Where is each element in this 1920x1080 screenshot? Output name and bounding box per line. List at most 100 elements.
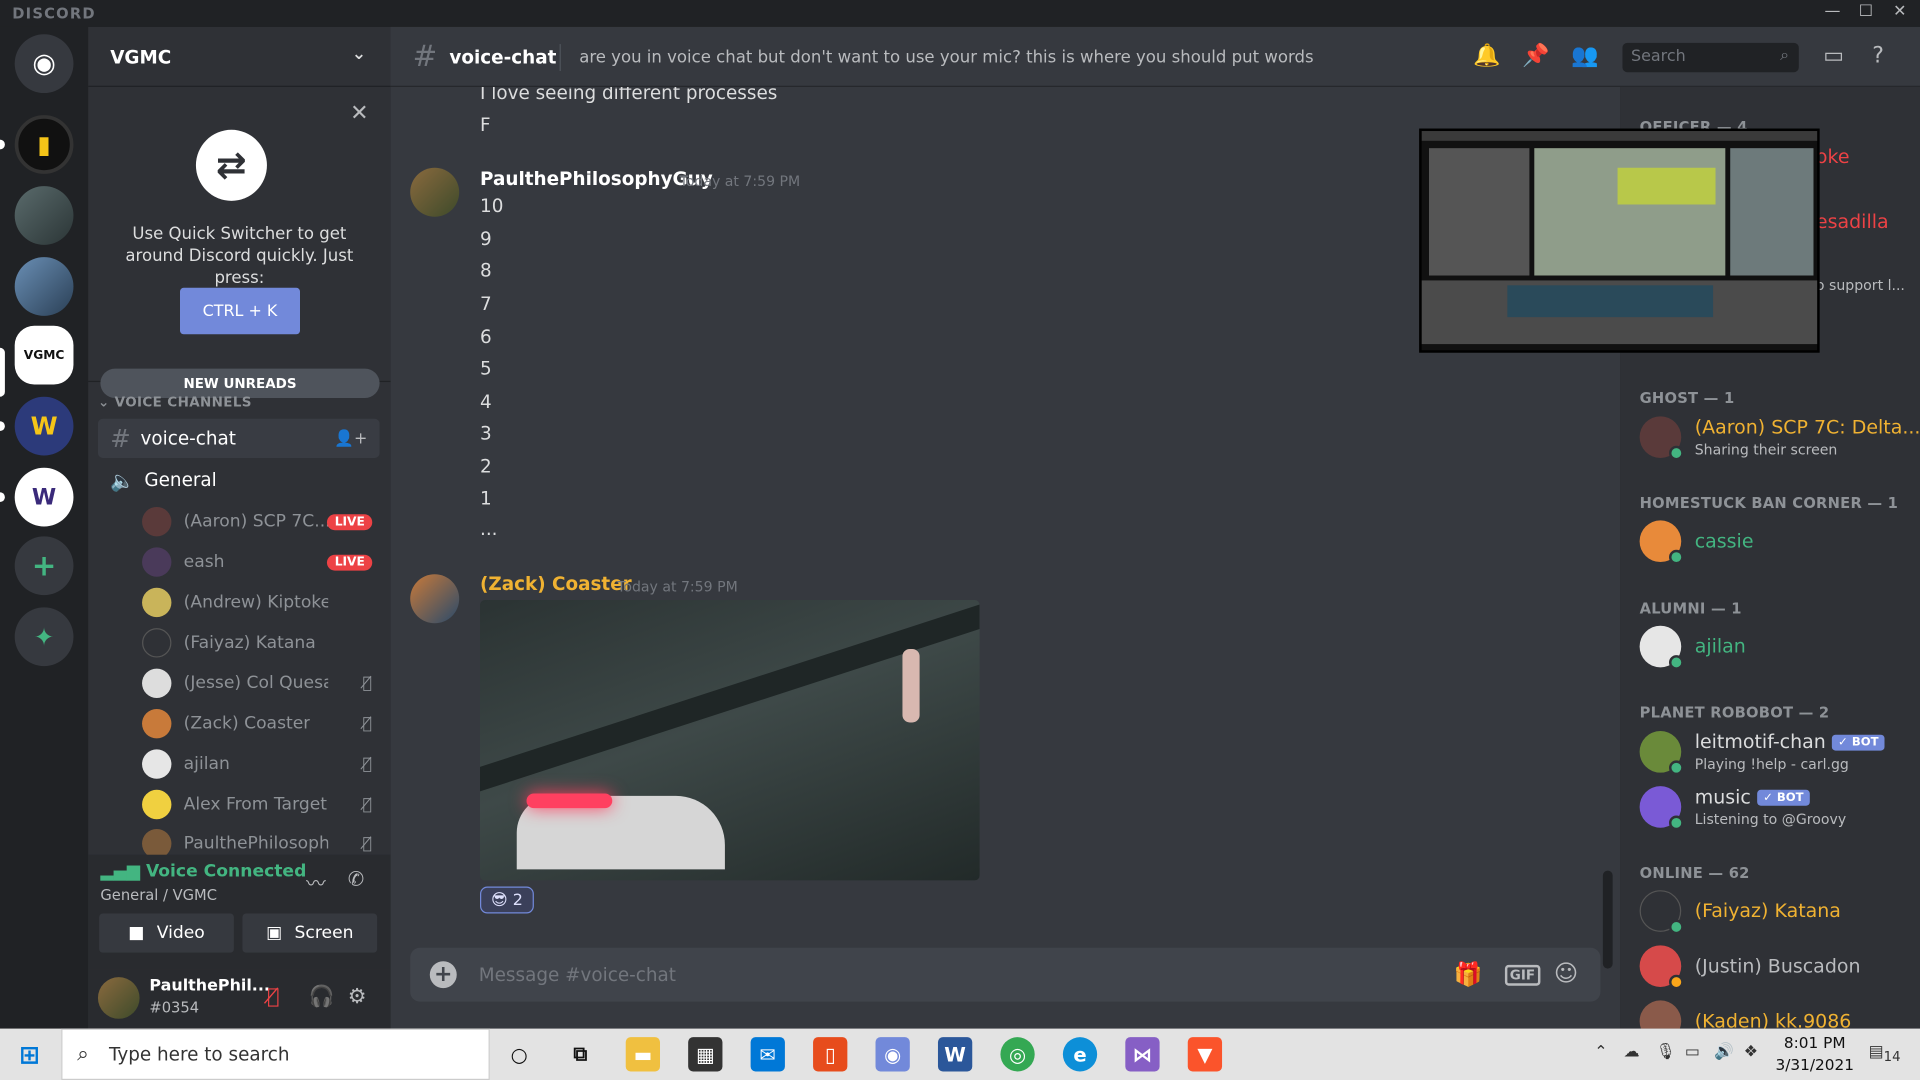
- visual-studio-icon[interactable]: ⋈: [1125, 1037, 1160, 1072]
- server-icon-5[interactable]: W: [14, 396, 74, 456]
- member-item[interactable]: (Aaron) SCP 7C: Delta... Sharing their s…: [1639, 411, 1920, 465]
- discord-taskbar-icon[interactable]: ◉: [875, 1037, 910, 1072]
- voice-user[interactable]: (Zack) Coaster 🎙̸: [142, 707, 382, 741]
- taskbar-clock[interactable]: 8:01 PM 3/31/2021: [1766, 1032, 1864, 1076]
- member-name-partial[interactable]: esadilla: [1816, 211, 1889, 233]
- video-button[interactable]: ■ Video: [99, 913, 234, 953]
- hash-icon: #: [412, 39, 438, 74]
- taskbar-search[interactable]: ⌕ Type here to search: [61, 1028, 490, 1080]
- channel-general[interactable]: 🔈 General: [98, 460, 380, 499]
- message-author[interactable]: PaulthePhilosophyGuy: [480, 168, 713, 190]
- gift-icon[interactable]: 🎁: [1453, 960, 1482, 988]
- reaction-button[interactable]: 😎 2: [480, 886, 534, 914]
- avatar[interactable]: [97, 977, 140, 1019]
- member-status: Playing !help - carl.gg: [1694, 755, 1849, 773]
- close-icon[interactable]: ✕: [350, 100, 368, 126]
- onedrive-icon[interactable]: ☁: [1624, 1043, 1640, 1061]
- voice-user[interactable]: ajilan 🎙̸: [142, 747, 382, 781]
- windows-start-icon[interactable]: ⊞: [12, 1037, 46, 1071]
- gear-icon[interactable]: ⚙: [348, 984, 367, 1008]
- noise-suppression-icon[interactable]: 〰: [306, 867, 326, 896]
- category-voice-channels[interactable]: ⌄ VOICE CHANNELS: [98, 394, 252, 410]
- disconnect-icon[interactable]: ✆: [348, 867, 364, 890]
- channel-sidebar: VGMC ⌄ ✕ ⇄ Use Quick Switcher to get aro…: [88, 26, 391, 1029]
- bell-icon[interactable]: 🔔: [1473, 43, 1500, 69]
- stream-preview-popout[interactable]: [1419, 128, 1820, 353]
- voice-user[interactable]: Alex From Target 🎙̸: [142, 787, 382, 821]
- member-item[interactable]: (Kaden) kk.9086: [1639, 996, 1916, 1029]
- scrollbar[interactable]: [1602, 870, 1613, 969]
- member-name: (Kaden) kk.9086: [1694, 1010, 1852, 1029]
- members-icon[interactable]: 👥: [1571, 43, 1598, 69]
- server-icon-1[interactable]: ▮: [14, 115, 74, 174]
- member-group-heading: PLANET ROBOBOT — 2: [1639, 704, 1830, 722]
- image-attachment[interactable]: [480, 600, 980, 881]
- server-icon-3[interactable]: [14, 257, 74, 316]
- mute-icon[interactable]: 🎙̸: [267, 984, 279, 1008]
- member-group-heading: ALUMNI — 1: [1639, 600, 1742, 618]
- member-item[interactable]: (Faiyaz) Katana: [1639, 885, 1916, 939]
- minimize-icon[interactable]: —: [1825, 2, 1841, 20]
- explore-icon[interactable]: ✦: [14, 607, 74, 667]
- server-icon-vgmc[interactable]: VGMC: [14, 325, 74, 385]
- emoji-icon[interactable]: ☺: [1554, 960, 1578, 987]
- member-item[interactable]: leitmotif-chan ✓ BOT Playing !help - carl…: [1639, 726, 1916, 780]
- mail-icon[interactable]: ✉: [750, 1037, 785, 1072]
- microphone-icon[interactable]: 🎙: [1656, 1043, 1676, 1061]
- attach-plus-icon[interactable]: +: [429, 961, 457, 989]
- add-server-icon[interactable]: +: [14, 536, 74, 596]
- dropbox-icon[interactable]: ❖: [1744, 1043, 1758, 1061]
- volume-icon[interactable]: 🔊: [1714, 1043, 1734, 1061]
- server-icon-6[interactable]: W: [14, 467, 74, 527]
- avatar[interactable]: [410, 574, 460, 624]
- member-item[interactable]: cassie: [1639, 516, 1916, 570]
- invite-icon[interactable]: 👤+: [334, 429, 367, 447]
- close-icon[interactable]: ✕: [1893, 2, 1906, 20]
- office-icon[interactable]: ▯: [813, 1037, 848, 1072]
- channel-topic[interactable]: are you in voice chat but don't want to …: [579, 48, 1313, 68]
- avatar[interactable]: [410, 167, 460, 217]
- task-view-icon[interactable]: ⧉: [563, 1037, 597, 1071]
- brave-icon[interactable]: ▼: [1187, 1037, 1223, 1072]
- category-label: VOICE CHANNELS: [114, 394, 252, 411]
- chrome-icon[interactable]: ◎: [1000, 1037, 1035, 1072]
- gif-button[interactable]: GIF: [1504, 964, 1540, 986]
- headphones-icon[interactable]: 🎧: [309, 984, 335, 1008]
- member-name-partial[interactable]: oke: [1816, 146, 1850, 168]
- member-item[interactable]: music ✓ BOT Listening to @Groovy: [1639, 781, 1916, 835]
- inbox-icon[interactable]: ▭: [1823, 43, 1844, 69]
- camera-icon: ■: [128, 923, 145, 943]
- tray-chevron-icon[interactable]: ⌃: [1594, 1043, 1607, 1061]
- member-name: (Justin) Buscadon: [1694, 955, 1861, 978]
- voice-user[interactable]: (Faiyaz) Katana: [142, 626, 382, 660]
- voice-user[interactable]: eash LIVE: [142, 545, 382, 579]
- message-author[interactable]: (Zack) Coaster: [480, 573, 632, 595]
- pin-icon[interactable]: 📌: [1522, 43, 1549, 69]
- word-icon[interactable]: W: [937, 1037, 973, 1072]
- home-icon[interactable]: ◉: [14, 34, 74, 94]
- member-item[interactable]: ajilan: [1639, 621, 1916, 675]
- reaction-count: 2: [512, 890, 523, 910]
- server-header[interactable]: VGMC ⌄: [88, 27, 391, 87]
- notifications-icon[interactable]: ▤14: [1869, 1043, 1901, 1065]
- maximize-icon[interactable]: ☐: [1859, 2, 1873, 20]
- message-input-placeholder[interactable]: Message #voice-chat: [479, 964, 676, 986]
- voice-location[interactable]: General / VGMC: [100, 887, 217, 904]
- battery-icon[interactable]: ▭: [1685, 1043, 1700, 1061]
- file-explorer-icon[interactable]: ▬: [625, 1037, 661, 1072]
- cortana-icon[interactable]: ○: [502, 1037, 536, 1071]
- notification-count: 14: [1883, 1048, 1901, 1065]
- server-icon-2[interactable]: [14, 186, 74, 245]
- search-input[interactable]: Search ⌕: [1622, 42, 1799, 73]
- quick-switcher-shortcut[interactable]: CTRL + K: [180, 287, 301, 335]
- message-composer[interactable]: + Message #voice-chat 🎁 GIF ☺: [410, 947, 1601, 1002]
- voice-user[interactable]: (Andrew) Kiptoke: [142, 585, 382, 619]
- edge-icon[interactable]: e: [1062, 1037, 1098, 1072]
- voice-user[interactable]: (Jesse) Col Quesadi... 🎙̸: [142, 666, 382, 700]
- voice-user[interactable]: (Aaron) SCP 7C... LIVE: [142, 504, 382, 538]
- store-icon[interactable]: ▦: [688, 1037, 723, 1072]
- help-icon[interactable]: ?: [1872, 43, 1884, 69]
- member-item[interactable]: (Justin) Buscadon: [1639, 940, 1916, 994]
- channel-voice-chat[interactable]: # voice-chat 👤+: [97, 418, 380, 458]
- screen-button[interactable]: ▣ Screen: [242, 913, 378, 953]
